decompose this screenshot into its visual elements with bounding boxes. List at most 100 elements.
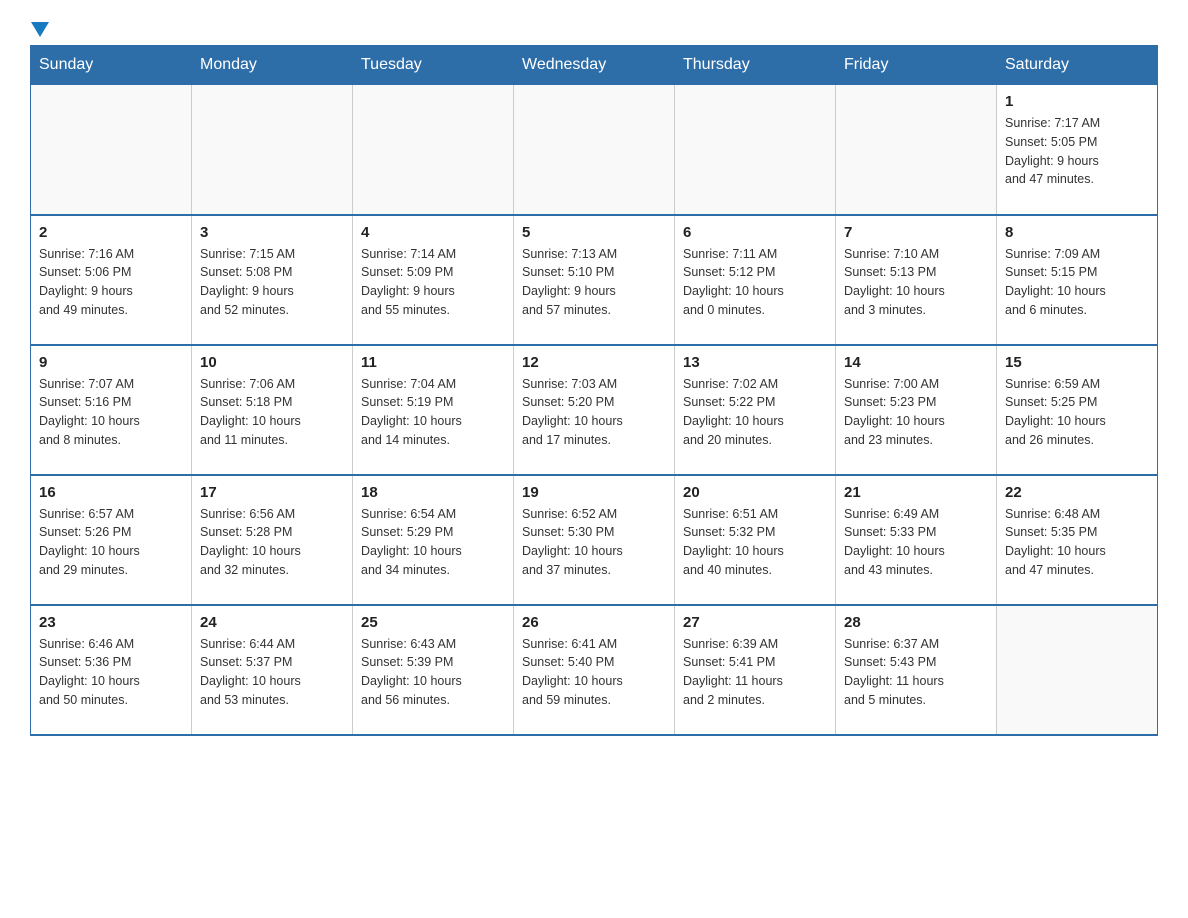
day-number: 5 [522,224,666,241]
calendar-cell [31,85,192,215]
day-number: 8 [1005,224,1149,241]
calendar-cell: 3 Sunrise: 7:15 AM Sunset: 5:08 PM Daylig… [192,215,353,345]
weekday-header-thursday: Thursday [675,46,836,85]
weekday-header-monday: Monday [192,46,353,85]
calendar-cell [514,85,675,215]
day-number: 23 [39,614,183,631]
calendar-cell: 10 Sunrise: 7:06 AM Sunset: 5:18 PM Dayli… [192,345,353,475]
day-number: 17 [200,484,344,501]
calendar-week-row: 2 Sunrise: 7:16 AM Sunset: 5:06 PM Daylig… [31,215,1158,345]
day-number: 15 [1005,354,1149,371]
day-info: Sunrise: 7:15 AM Sunset: 5:08 PM Dayligh… [200,245,344,320]
calendar-week-row: 9 Sunrise: 7:07 AM Sunset: 5:16 PM Daylig… [31,345,1158,475]
calendar-cell: 22Sunrise: 6:48 AM Sunset: 5:35 PM Dayli… [997,475,1158,605]
day-number: 13 [683,354,827,371]
calendar-cell: 24 Sunrise: 6:44 AM Sunset: 5:37 PM Dayli… [192,605,353,735]
logo [30,20,52,35]
day-number: 4 [361,224,505,241]
calendar-cell: 2 Sunrise: 7:16 AM Sunset: 5:06 PM Daylig… [31,215,192,345]
day-info: Sunrise: 7:07 AM Sunset: 5:16 PM Dayligh… [39,375,183,450]
day-number: 10 [200,354,344,371]
day-number: 25 [361,614,505,631]
calendar-cell: 21 Sunrise: 6:49 AM Sunset: 5:33 PM Dayli… [836,475,997,605]
calendar-header-row: SundayMondayTuesdayWednesdayThursdayFrid… [31,46,1158,85]
day-number: 6 [683,224,827,241]
day-info: Sunrise: 7:04 AM Sunset: 5:19 PM Dayligh… [361,375,505,450]
day-number: 21 [844,484,988,501]
calendar-table: SundayMondayTuesdayWednesdayThursdayFrid… [30,45,1158,736]
day-info: Sunrise: 7:16 AM Sunset: 5:06 PM Dayligh… [39,245,183,320]
calendar-cell: 28 Sunrise: 6:37 AM Sunset: 5:43 PM Dayli… [836,605,997,735]
weekday-header-friday: Friday [836,46,997,85]
calendar-cell [675,85,836,215]
calendar-cell: 27 Sunrise: 6:39 AM Sunset: 5:41 PM Dayli… [675,605,836,735]
day-number: 1 [1005,93,1149,110]
calendar-cell: 6Sunrise: 7:11 AM Sunset: 5:12 PM Daylig… [675,215,836,345]
weekday-header-saturday: Saturday [997,46,1158,85]
day-info: Sunrise: 6:48 AM Sunset: 5:35 PM Dayligh… [1005,505,1149,580]
day-number: 7 [844,224,988,241]
calendar-cell: 8 Sunrise: 7:09 AM Sunset: 5:15 PM Daylig… [997,215,1158,345]
day-info: Sunrise: 6:54 AM Sunset: 5:29 PM Dayligh… [361,505,505,580]
day-info: Sunrise: 6:39 AM Sunset: 5:41 PM Dayligh… [683,635,827,710]
day-info: Sunrise: 6:57 AM Sunset: 5:26 PM Dayligh… [39,505,183,580]
calendar-cell: 11Sunrise: 7:04 AM Sunset: 5:19 PM Dayli… [353,345,514,475]
day-info: Sunrise: 7:13 AM Sunset: 5:10 PM Dayligh… [522,245,666,320]
day-number: 14 [844,354,988,371]
calendar-cell: 25Sunrise: 6:43 AM Sunset: 5:39 PM Dayli… [353,605,514,735]
day-number: 12 [522,354,666,371]
day-number: 18 [361,484,505,501]
day-number: 19 [522,484,666,501]
calendar-cell [836,85,997,215]
day-info: Sunrise: 7:10 AM Sunset: 5:13 PM Dayligh… [844,245,988,320]
day-number: 24 [200,614,344,631]
day-info: Sunrise: 6:59 AM Sunset: 5:25 PM Dayligh… [1005,375,1149,450]
calendar-cell: 19 Sunrise: 6:52 AM Sunset: 5:30 PM Dayli… [514,475,675,605]
calendar-cell: 1 Sunrise: 7:17 AM Sunset: 5:05 PM Daylig… [997,85,1158,215]
day-info: Sunrise: 6:37 AM Sunset: 5:43 PM Dayligh… [844,635,988,710]
calendar-cell: 13 Sunrise: 7:02 AM Sunset: 5:22 PM Dayli… [675,345,836,475]
calendar-cell: 23 Sunrise: 6:46 AM Sunset: 5:36 PM Dayli… [31,605,192,735]
calendar-week-row: 1 Sunrise: 7:17 AM Sunset: 5:05 PM Daylig… [31,85,1158,215]
logo-triangle-icon [31,22,49,37]
day-info: Sunrise: 7:17 AM Sunset: 5:05 PM Dayligh… [1005,114,1149,189]
calendar-cell [192,85,353,215]
day-info: Sunrise: 7:02 AM Sunset: 5:22 PM Dayligh… [683,375,827,450]
calendar-cell: 17Sunrise: 6:56 AM Sunset: 5:28 PM Dayli… [192,475,353,605]
calendar-week-row: 23 Sunrise: 6:46 AM Sunset: 5:36 PM Dayli… [31,605,1158,735]
weekday-header-tuesday: Tuesday [353,46,514,85]
day-info: Sunrise: 6:49 AM Sunset: 5:33 PM Dayligh… [844,505,988,580]
calendar-cell: 5 Sunrise: 7:13 AM Sunset: 5:10 PM Daylig… [514,215,675,345]
calendar-cell: 26 Sunrise: 6:41 AM Sunset: 5:40 PM Dayli… [514,605,675,735]
day-info: Sunrise: 7:06 AM Sunset: 5:18 PM Dayligh… [200,375,344,450]
calendar-cell: 12 Sunrise: 7:03 AM Sunset: 5:20 PM Dayli… [514,345,675,475]
page-header [30,20,1158,35]
day-number: 28 [844,614,988,631]
weekday-header-sunday: Sunday [31,46,192,85]
calendar-cell: 4 Sunrise: 7:14 AM Sunset: 5:09 PM Daylig… [353,215,514,345]
calendar-cell: 9 Sunrise: 7:07 AM Sunset: 5:16 PM Daylig… [31,345,192,475]
calendar-cell [997,605,1158,735]
day-number: 2 [39,224,183,241]
day-info: Sunrise: 6:44 AM Sunset: 5:37 PM Dayligh… [200,635,344,710]
day-info: Sunrise: 6:52 AM Sunset: 5:30 PM Dayligh… [522,505,666,580]
day-info: Sunrise: 6:41 AM Sunset: 5:40 PM Dayligh… [522,635,666,710]
day-number: 16 [39,484,183,501]
day-number: 9 [39,354,183,371]
calendar-cell [353,85,514,215]
day-number: 20 [683,484,827,501]
calendar-cell: 15 Sunrise: 6:59 AM Sunset: 5:25 PM Dayli… [997,345,1158,475]
day-number: 26 [522,614,666,631]
day-info: Sunrise: 7:09 AM Sunset: 5:15 PM Dayligh… [1005,245,1149,320]
calendar-cell: 16 Sunrise: 6:57 AM Sunset: 5:26 PM Dayli… [31,475,192,605]
day-info: Sunrise: 7:14 AM Sunset: 5:09 PM Dayligh… [361,245,505,320]
day-info: Sunrise: 6:46 AM Sunset: 5:36 PM Dayligh… [39,635,183,710]
weekday-header-wednesday: Wednesday [514,46,675,85]
day-info: Sunrise: 7:00 AM Sunset: 5:23 PM Dayligh… [844,375,988,450]
day-number: 27 [683,614,827,631]
day-info: Sunrise: 7:03 AM Sunset: 5:20 PM Dayligh… [522,375,666,450]
calendar-cell: 7 Sunrise: 7:10 AM Sunset: 5:13 PM Daylig… [836,215,997,345]
calendar-cell: 20 Sunrise: 6:51 AM Sunset: 5:32 PM Dayli… [675,475,836,605]
day-number: 3 [200,224,344,241]
day-info: Sunrise: 6:51 AM Sunset: 5:32 PM Dayligh… [683,505,827,580]
